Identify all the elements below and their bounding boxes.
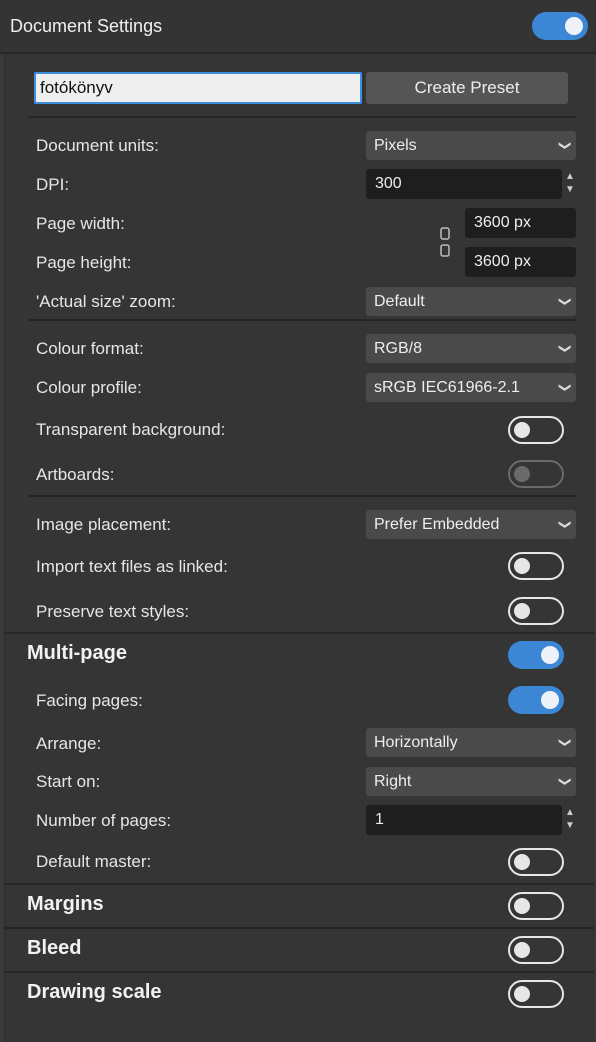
transparent-background-label: Transparent background: <box>36 420 226 439</box>
chevron-down-icon: ❯ <box>558 519 573 530</box>
preserve-text-styles-toggle[interactable] <box>508 597 564 625</box>
toggle-knob <box>514 986 530 1002</box>
margins-section-title: Margins <box>27 893 104 915</box>
actual-size-zoom-value: Default <box>374 293 425 310</box>
preserve-text-styles-label: Preserve text styles: <box>36 602 190 621</box>
colour-profile-value: sRGB IEC61966-2.1 <box>374 379 520 396</box>
drawing-scale-section-title: Drawing scale <box>27 981 162 1003</box>
page-height-label: Page height: <box>36 253 132 272</box>
divider <box>28 116 576 118</box>
chevron-down-icon: ❯ <box>558 776 573 787</box>
toggle-knob <box>514 942 530 958</box>
actual-size-zoom-label: 'Actual size' zoom: <box>36 292 176 311</box>
toggle-knob <box>514 422 530 438</box>
arrange-value: Horizontally <box>374 734 458 751</box>
divider <box>4 632 594 634</box>
colour-format-value: RGB/8 <box>374 340 423 357</box>
margins-toggle[interactable] <box>508 892 564 920</box>
divider <box>28 319 576 321</box>
start-on-label: Start on: <box>36 772 101 791</box>
toggle-knob <box>541 691 559 709</box>
dpi-value: 300 <box>375 175 402 192</box>
page-width-field[interactable]: 3600 px <box>465 208 576 238</box>
chain-link-icon[interactable] <box>438 226 452 258</box>
stepper-down-icon[interactable]: ▼ <box>564 819 576 832</box>
page-width-label: Page width: <box>36 214 125 233</box>
import-text-linked-toggle[interactable] <box>508 552 564 580</box>
default-master-toggle[interactable] <box>508 848 564 876</box>
toggle-knob <box>541 646 559 664</box>
image-placement-label: Image placement: <box>36 515 172 534</box>
chevron-down-icon: ❯ <box>558 737 573 748</box>
panel-header: Document Settings <box>0 0 596 54</box>
toggle-knob <box>514 603 530 619</box>
chevron-down-icon: ❯ <box>558 296 573 307</box>
facing-pages-toggle[interactable] <box>508 686 564 714</box>
page-height-value: 3600 px <box>474 253 531 270</box>
chevron-down-icon: ❯ <box>558 343 573 354</box>
multipage-toggle[interactable] <box>508 641 564 669</box>
document-units-label: Document units: <box>36 136 159 155</box>
start-on-value: Right <box>374 773 412 790</box>
arrange-label: Arrange: <box>36 734 102 753</box>
panel-title: Document Settings <box>10 16 163 36</box>
toggle-knob <box>514 466 530 482</box>
toggle-knob <box>565 17 583 35</box>
toggle-knob <box>514 854 530 870</box>
artboards-toggle <box>508 460 564 488</box>
colour-profile-select[interactable]: sRGB IEC61966-2.1 ❯ <box>366 373 576 402</box>
import-text-linked-label: Import text files as linked: <box>36 557 228 576</box>
dpi-field[interactable]: 300 <box>366 169 562 199</box>
drawing-scale-toggle[interactable] <box>508 980 564 1008</box>
arrange-select[interactable]: Horizontally ❯ <box>366 728 576 757</box>
dpi-label: DPI: <box>36 175 70 194</box>
number-of-pages-stepper[interactable]: ▲ ▼ <box>564 806 576 836</box>
document-units-select[interactable]: Pixels ❯ <box>366 131 576 160</box>
multipage-section-title: Multi-page <box>27 642 127 664</box>
stepper-up-icon[interactable]: ▲ <box>564 170 576 183</box>
bleed-section-title: Bleed <box>27 937 82 959</box>
colour-format-label: Colour format: <box>36 339 144 358</box>
image-placement-select[interactable]: Prefer Embedded ❯ <box>366 510 576 539</box>
page-width-value: 3600 px <box>474 214 531 231</box>
divider <box>28 495 576 497</box>
number-of-pages-value: 1 <box>375 811 384 828</box>
colour-format-select[interactable]: RGB/8 ❯ <box>366 334 576 363</box>
facing-pages-label: Facing pages: <box>36 691 143 710</box>
divider <box>4 883 594 885</box>
toggle-knob <box>514 898 530 914</box>
dpi-stepper[interactable]: ▲ ▼ <box>564 170 576 200</box>
number-of-pages-label: Number of pages: <box>36 811 172 830</box>
image-placement-value: Prefer Embedded <box>374 516 500 533</box>
default-master-label: Default master: <box>36 852 152 871</box>
toggle-knob <box>514 558 530 574</box>
page-height-field[interactable]: 3600 px <box>465 247 576 277</box>
number-of-pages-field[interactable]: 1 <box>366 805 562 835</box>
colour-profile-label: Colour profile: <box>36 378 142 397</box>
document-settings-toggle[interactable] <box>532 12 588 40</box>
chevron-down-icon: ❯ <box>558 140 573 151</box>
actual-size-zoom-select[interactable]: Default ❯ <box>366 287 576 316</box>
divider <box>4 927 594 929</box>
artboards-label: Artboards: <box>36 465 115 484</box>
create-preset-button[interactable]: Create Preset <box>366 72 568 104</box>
stepper-down-icon[interactable]: ▼ <box>564 183 576 196</box>
stepper-up-icon[interactable]: ▲ <box>564 806 576 819</box>
document-units-value: Pixels <box>374 137 417 154</box>
chevron-down-icon: ❯ <box>558 382 573 393</box>
preset-name-input[interactable] <box>34 72 362 104</box>
divider <box>4 971 594 973</box>
bleed-toggle[interactable] <box>508 936 564 964</box>
transparent-background-toggle[interactable] <box>508 416 564 444</box>
start-on-select[interactable]: Right ❯ <box>366 767 576 796</box>
